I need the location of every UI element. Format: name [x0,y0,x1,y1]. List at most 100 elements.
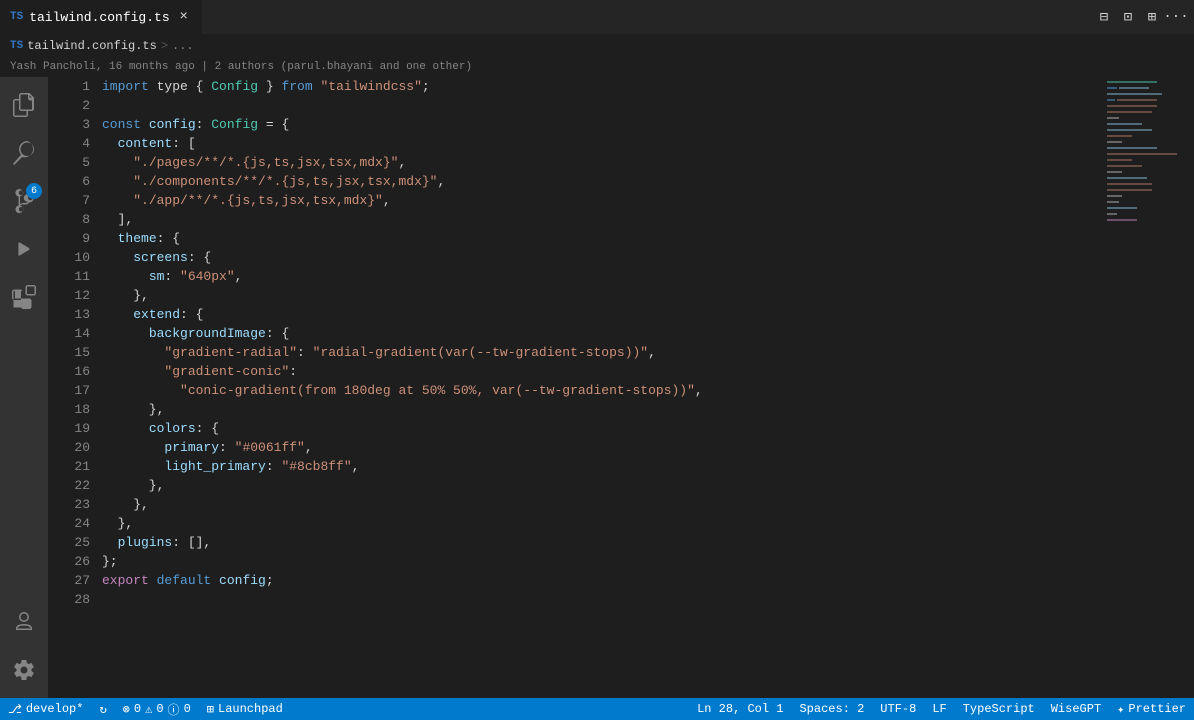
prettier-label: Prettier [1128,702,1186,716]
code-line: "./app/**/*.{js,ts,jsx,tsx,mdx}", [102,191,1099,210]
language-item[interactable]: TypeScript [955,698,1043,720]
line-number: 26 [64,552,90,571]
git-branch-name: develop* [26,702,84,716]
language-label: TypeScript [963,702,1035,716]
line-number: 14 [64,324,90,343]
line-number: 11 [64,267,90,286]
code-line: primary: "#0061ff", [102,438,1099,457]
wisegpt-item[interactable]: WiseGPT [1043,698,1109,720]
line-number: 18 [64,400,90,419]
code-line: import type { Config } from "tailwindcss… [102,77,1099,96]
ts-file-icon: TS [10,11,23,23]
breadcrumb-filename[interactable]: tailwind.config.ts [27,39,157,53]
error-icon: ⊗ [123,702,130,717]
line-number: 9 [64,229,90,248]
customize-layout-button[interactable]: ⊞ [1142,7,1162,27]
line-number: 13 [64,305,90,324]
tab-bar: TS tailwind.config.ts × ⊟ ⊡ ⊞ ··· [0,0,1194,35]
activity-run[interactable] [0,225,48,273]
activity-settings[interactable] [0,646,48,694]
eol-item[interactable]: LF [924,698,954,720]
code-line: }, [102,400,1099,419]
code-line: colors: { [102,419,1099,438]
code-line: sm: "640px", [102,267,1099,286]
code-line: }, [102,495,1099,514]
breadcrumb-ellipsis[interactable]: ... [172,39,194,53]
code-editor[interactable]: 1234567891011121314151617181920212223242… [48,77,1099,698]
info-count: 0 [184,702,191,716]
code-line [102,96,1099,115]
code-line: plugins: [], [102,533,1099,552]
code-line: "gradient-radial": "radial-gradient(var(… [102,343,1099,362]
line-numbers: 1234567891011121314151617181920212223242… [48,77,98,698]
breadcrumb: TS tailwind.config.ts > ... [0,35,1194,57]
line-number: 23 [64,495,90,514]
activity-explorer[interactable] [0,81,48,129]
line-number: 16 [64,362,90,381]
breadcrumb-separator: > [161,39,168,53]
code-line: }, [102,514,1099,533]
editor-area: 1234567891011121314151617181920212223242… [48,77,1099,698]
git-blame-text: Yash Pancholi, 16 months ago | 2 authors… [10,61,472,73]
code-line: }; [102,552,1099,571]
error-count: 0 [134,702,141,716]
sync-icon: ↻ [99,702,106,717]
encoding-item[interactable]: UTF-8 [872,698,924,720]
code-line: backgroundImage: { [102,324,1099,343]
line-number: 8 [64,210,90,229]
errors-item[interactable]: ⊗ 0 ⚠ 0 ⓘ 0 [115,698,199,720]
minimap [1099,77,1194,698]
cursor-position-item[interactable]: Ln 28, Col 1 [689,698,791,720]
eol-label: LF [932,702,946,716]
prettier-icon: ✦ [1117,702,1124,717]
git-blame-info: Yash Pancholi, 16 months ago | 2 authors… [0,57,1194,77]
sync-button[interactable]: ↻ [91,698,114,720]
git-branch-item[interactable]: ⎇ develop* [0,698,91,720]
launchpad-icon: ⊞ [207,702,214,717]
code-line: "./pages/**/*.{js,ts,jsx,tsx,mdx}", [102,153,1099,172]
code-line [102,590,1099,609]
line-number: 1 [64,77,90,96]
active-tab[interactable]: TS tailwind.config.ts × [0,0,203,34]
line-number: 17 [64,381,90,400]
split-editor-button[interactable]: ⊟ [1094,7,1114,27]
line-number: 6 [64,172,90,191]
code-line: light_primary: "#8cb8ff", [102,457,1099,476]
line-number: 21 [64,457,90,476]
activity-search[interactable] [0,129,48,177]
code-content[interactable]: import type { Config } from "tailwindcss… [98,77,1099,698]
line-number: 28 [64,590,90,609]
spaces-item[interactable]: Spaces: 2 [791,698,872,720]
line-number: 19 [64,419,90,438]
toggle-panel-button[interactable]: ⊡ [1118,7,1138,27]
prettier-item[interactable]: ✦ Prettier [1109,698,1194,720]
tab-close-button[interactable]: × [176,9,192,25]
status-bar-right: Ln 28, Col 1 Spaces: 2 UTF-8 LF TypeScri… [689,698,1194,720]
code-line: ], [102,210,1099,229]
encoding-label: UTF-8 [880,702,916,716]
status-bar-left: ⎇ develop* ↻ ⊗ 0 ⚠ 0 ⓘ 0 ⊞ Launchpad [0,698,291,720]
activity-bottom-group [0,598,48,694]
code-line: "./components/**/*.{js,ts,jsx,tsx,mdx}", [102,172,1099,191]
spaces-label: Spaces: 2 [799,702,864,716]
wisegpt-label: WiseGPT [1051,702,1101,716]
breadcrumb-ts-icon: TS [10,40,23,52]
activity-source-control[interactable]: 6 [0,177,48,225]
launchpad-label: Launchpad [218,702,283,716]
line-number: 20 [64,438,90,457]
line-number: 4 [64,134,90,153]
activity-account[interactable] [0,598,48,646]
line-number: 24 [64,514,90,533]
launchpad-item[interactable]: ⊞ Launchpad [199,698,291,720]
info-icon: ⓘ [168,701,180,718]
line-number: 12 [64,286,90,305]
warning-count: 0 [156,702,163,716]
line-number: 3 [64,115,90,134]
line-number: 25 [64,533,90,552]
line-number: 5 [64,153,90,172]
activity-bar: 6 [0,77,48,698]
code-line: extend: { [102,305,1099,324]
activity-extensions[interactable] [0,273,48,321]
more-actions-button[interactable]: ··· [1166,7,1186,27]
code-line: "gradient-conic": [102,362,1099,381]
